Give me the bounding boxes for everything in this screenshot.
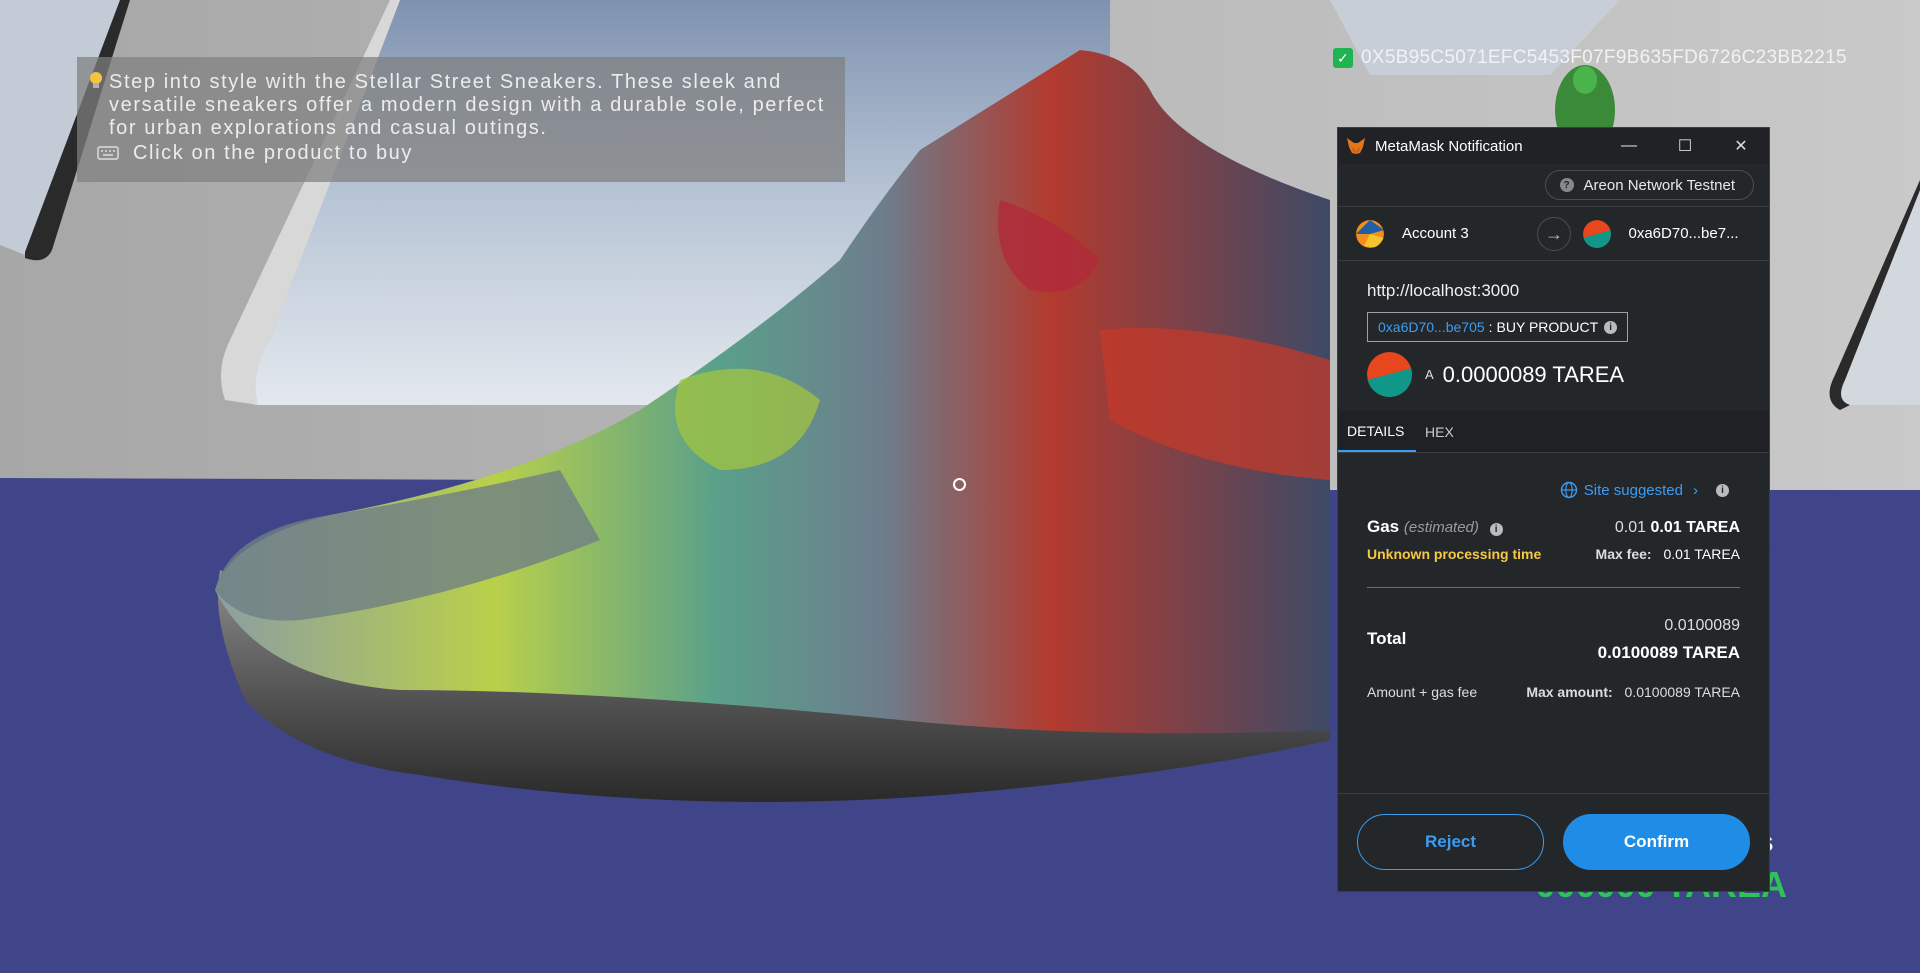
tab-hex[interactable]: HEX [1416,411,1463,452]
method-name: BUY PRODUCT [1496,319,1599,335]
metamask-window: MetaMask Notification — ☐ ✕ ? Areon Netw… [1337,127,1770,892]
gas-label-group: Gas (estimated) i [1367,517,1503,537]
amount-value: 0.0000089 TAREA [1442,361,1625,387]
globe-icon [1560,481,1577,499]
max-amount: Max amount: 0.0100089 TAREA [1526,684,1740,700]
account-avatar-icon [1356,219,1384,248]
info-icon[interactable]: i [1604,320,1618,334]
account-row: Account 3 → 0xa6D70...be7... [1338,207,1769,261]
site-origin: http://localhost:3000 [1367,281,1520,300]
total-small: 0.0100089 [1664,617,1740,634]
total-block: Total 0.0100089 0.0100089 TAREA [1338,588,1769,682]
from-account-name: Account 3 [1402,225,1469,242]
question-icon: ? [1559,178,1574,192]
separator: : [1488,319,1493,335]
footer: Reject Confirm [1338,793,1769,891]
gas-value-plain: 0.01 [1614,519,1647,536]
max-fee: Max fee: 0.01 TAREA [1596,546,1740,562]
window-title: MetaMask Notification [1375,137,1523,155]
from-account[interactable]: Account 3 [1338,219,1543,248]
product-description: Step into style with the Stellar Street … [109,71,825,139]
network-row: ? Areon Network Testnet [1338,164,1769,207]
keyboard-icon [97,146,119,160]
contract-address-link[interactable]: 0xa6D70...be705 [1378,319,1485,335]
to-account[interactable]: 0xa6D70...be7... [1543,219,1770,248]
site-suggested-label: Site suggested [1583,481,1683,499]
token-avatar-icon [1367,352,1412,397]
gas-label: Gas [1367,517,1400,536]
max-amount-value: 0.0100089 TAREA [1624,684,1740,700]
buy-hint-text: Click on the product to buy [133,142,413,164]
total-big: 0.0100089 TAREA [1597,643,1740,662]
cursor-reticle-icon [953,478,966,491]
contract-method-pill[interactable]: 0xa6D70...be705 : BUY PRODUCT i [1367,312,1629,342]
amount-row: A 0.0000089 TAREA [1338,342,1769,397]
recipient-avatar-icon [1582,219,1611,248]
wallet-address: 0X5B95C5071EFC5453F07F9B635FD6726C23BB22… [1361,47,1847,68]
tab-details[interactable]: DETAILS [1338,411,1416,452]
gas-row: Gas (estimated) i 0.01 0.01 TAREA [1338,499,1769,537]
gas-value-bold: 0.01 TAREA [1650,519,1740,536]
chevron-right-icon: › [1693,481,1698,499]
amount-gas-label: Amount + gas fee [1367,684,1478,700]
site-suggested-link[interactable]: Site suggested › i [1338,453,1769,499]
product-info-panel: Step into style with the Stellar Street … [77,57,845,182]
network-selector[interactable]: ? Areon Network Testnet [1544,170,1754,200]
title-bar: MetaMask Notification — ☐ ✕ [1338,128,1769,164]
total-label: Total [1367,629,1407,648]
max-amount-label: Max amount: [1526,684,1613,700]
buy-hint: Click on the product to buy [89,141,833,165]
maximize-button[interactable]: ☐ [1657,128,1713,164]
check-icon: ✓ [1333,48,1353,68]
confirm-button[interactable]: Confirm [1563,814,1750,870]
totals-sub-row: Amount + gas fee Max amount: 0.0100089 T… [1338,682,1769,700]
minimize-button[interactable]: — [1601,128,1657,164]
tabs: DETAILS HEX [1338,411,1769,453]
reject-button[interactable]: Reject [1357,814,1544,870]
gas-estimated-label: (estimated) [1403,519,1479,536]
product-description-line: Step into style with the Stellar Street … [89,71,833,140]
lightbulb-icon [90,72,102,88]
max-fee-label: Max fee: [1595,546,1652,562]
to-account-name: 0xa6D70...be7... [1628,225,1739,242]
max-fee-value: 0.01 TAREA [1663,546,1740,562]
processing-time: Unknown processing time [1367,546,1542,562]
connected-wallet-badge: ✓ 0X5B95C5071EFC5453F07F9B635FD6726C23BB… [1333,47,1847,69]
info-icon[interactable]: i [1716,483,1729,497]
processing-row: Unknown processing time Max fee: 0.01 TA… [1338,537,1769,562]
gas-value: 0.01 0.01 TAREA [1615,519,1740,537]
amount-symbol: A [1425,367,1434,382]
metamask-fox-icon [1347,138,1365,154]
close-button[interactable]: ✕ [1713,128,1769,164]
arrow-right-icon: → [1537,217,1571,251]
info-icon[interactable]: i [1489,523,1503,536]
network-name: Areon Network Testnet [1583,176,1735,194]
